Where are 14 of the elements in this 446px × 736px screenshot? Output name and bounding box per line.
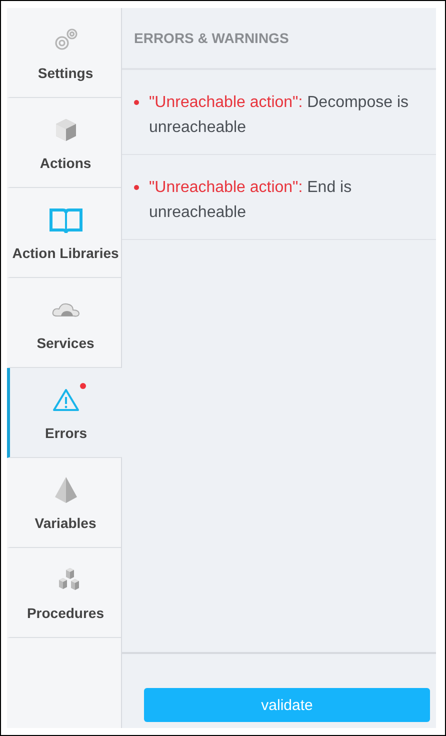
sidebar-tab[interactable]: Errors	[7, 368, 122, 458]
sidebar-tab[interactable]: Settings	[7, 8, 121, 98]
sidebar-tab[interactable]: Variables	[7, 458, 121, 548]
error-message: "Unreachable action": Decompose is unreacheable	[149, 93, 410, 138]
error-message: "Unreachable action": End is unreacheable	[149, 178, 353, 223]
sidebar-tab[interactable]: Action Libraries	[7, 188, 121, 278]
bullet-icon	[134, 100, 139, 105]
book-icon	[48, 206, 82, 234]
panel-title: ERRORS & WARNINGS	[122, 8, 436, 70]
bullet-icon	[134, 185, 139, 190]
warning-icon	[52, 386, 80, 412]
sidebar-tab[interactable]: Actions	[7, 98, 121, 188]
cube-icon	[54, 116, 78, 142]
sidebar-tab[interactable]: Procedures	[7, 548, 121, 638]
